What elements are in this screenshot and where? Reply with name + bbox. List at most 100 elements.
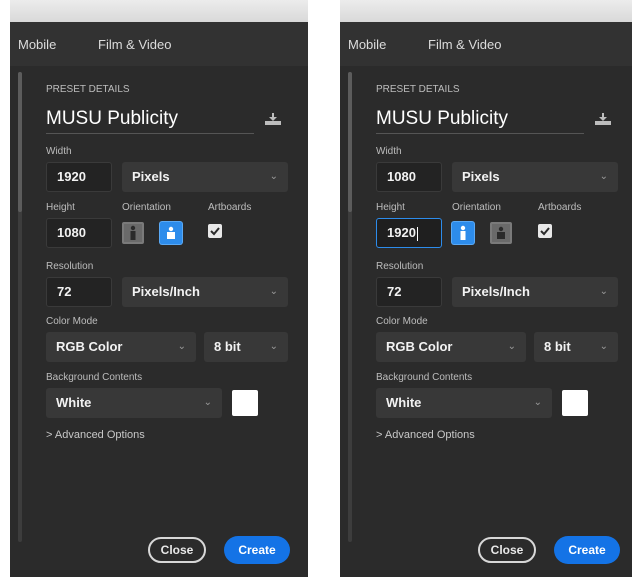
artboards-checkbox[interactable]	[538, 224, 552, 238]
landscape-icon	[497, 226, 505, 239]
bit-depth-value: 8 bit	[544, 339, 571, 354]
artboards-label: Artboards	[538, 202, 582, 213]
create-button[interactable]: Create	[554, 536, 620, 564]
preset-name-underline	[46, 133, 254, 134]
preset-tabs: Mobile Film & Video	[340, 22, 632, 66]
tab-mobile[interactable]: Mobile	[348, 37, 386, 52]
new-document-panel-left: Mobile Film & Video PRESET DETAILS MUSU …	[10, 0, 308, 577]
width-label: Width	[376, 146, 402, 157]
orientation-label: Orientation	[452, 202, 501, 213]
resolution-label: Resolution	[376, 261, 424, 272]
chevron-down-icon: ⌄	[177, 341, 186, 352]
checkmark-icon	[540, 227, 550, 236]
chevron-down-icon: ⌄	[203, 397, 212, 408]
scrollbar[interactable]	[348, 72, 352, 542]
preset-tabs: Mobile Film & Video	[10, 22, 308, 66]
advanced-options-toggle[interactable]: > Advanced Options	[46, 429, 145, 441]
resolution-unit-select[interactable]: Pixels/Inch ⌄	[452, 277, 618, 307]
background-color-swatch[interactable]	[232, 390, 258, 416]
background-contents-select[interactable]: White ⌄	[46, 388, 222, 418]
color-mode-value: RGB Color	[386, 339, 453, 354]
chevron-down-icon: ⌄	[599, 286, 608, 297]
chevron-down-icon: ⌄	[269, 286, 278, 297]
width-unit-select[interactable]: Pixels ⌄	[452, 162, 618, 192]
scroll-thumb[interactable]	[18, 72, 22, 212]
resolution-value: 72	[387, 284, 402, 299]
preset-name-underline	[376, 133, 584, 134]
width-unit-select[interactable]: Pixels ⌄	[122, 162, 288, 192]
color-mode-value: RGB Color	[56, 339, 123, 354]
tab-film-video[interactable]: Film & Video	[428, 37, 501, 52]
width-label: Width	[46, 146, 72, 157]
preset-details: PRESET DETAILS MUSU Publicity Width 1080…	[356, 66, 632, 577]
portrait-icon	[460, 225, 466, 240]
resolution-unit-value: Pixels/Inch	[132, 284, 200, 299]
resolution-value: 72	[57, 284, 72, 299]
scrollbar[interactable]	[18, 72, 22, 542]
orientation-label: Orientation	[122, 202, 171, 213]
checkmark-icon	[210, 227, 220, 236]
background-color-swatch[interactable]	[562, 390, 588, 416]
portrait-orientation-button[interactable]	[122, 222, 144, 244]
chevron-down-icon: ⌄	[269, 341, 278, 352]
bit-depth-value: 8 bit	[214, 339, 241, 354]
width-unit-value: Pixels	[462, 169, 500, 184]
resolution-label: Resolution	[46, 261, 94, 272]
window-top-strip	[340, 0, 632, 22]
height-label: Height	[376, 202, 405, 213]
color-mode-label: Color Mode	[46, 316, 98, 327]
bit-depth-select[interactable]: 8 bit ⌄	[534, 332, 618, 362]
landscape-orientation-button[interactable]	[160, 222, 182, 244]
artboards-label: Artboards	[208, 202, 252, 213]
close-button[interactable]: Close	[148, 537, 206, 563]
color-mode-label: Color Mode	[376, 316, 428, 327]
height-value: 1920	[387, 225, 416, 240]
height-input[interactable]: 1080	[46, 218, 112, 248]
color-mode-select[interactable]: RGB Color ⌄	[376, 332, 526, 362]
width-input[interactable]: 1920	[46, 162, 112, 192]
height-label: Height	[46, 202, 75, 213]
portrait-icon	[130, 225, 136, 240]
landscape-orientation-button[interactable]	[490, 222, 512, 244]
background-contents-value: White	[386, 395, 422, 410]
width-unit-value: Pixels	[132, 169, 170, 184]
landscape-icon	[167, 226, 175, 239]
resolution-input[interactable]: 72	[376, 277, 442, 307]
background-contents-select[interactable]: White ⌄	[376, 388, 552, 418]
section-title: PRESET DETAILS	[46, 84, 130, 95]
preset-name-input[interactable]: MUSU Publicity	[376, 108, 508, 130]
text-caret	[416, 226, 418, 241]
chevron-down-icon: ⌄	[269, 171, 278, 182]
create-button[interactable]: Create	[224, 536, 290, 564]
background-contents-value: White	[56, 395, 92, 410]
chevron-down-icon: ⌄	[507, 341, 516, 352]
width-value: 1920	[57, 169, 86, 184]
width-input[interactable]: 1080	[376, 162, 442, 192]
height-value: 1080	[57, 225, 86, 240]
resolution-unit-select[interactable]: Pixels/Inch ⌄	[122, 277, 288, 307]
advanced-options-toggle[interactable]: > Advanced Options	[376, 429, 475, 441]
width-value: 1080	[387, 169, 416, 184]
download-icon[interactable]	[264, 112, 282, 126]
background-contents-label: Background Contents	[376, 372, 473, 383]
tab-mobile[interactable]: Mobile	[18, 37, 56, 52]
preset-details: PRESET DETAILS MUSU Publicity Width 1920…	[26, 66, 308, 577]
tab-film-video[interactable]: Film & Video	[98, 37, 171, 52]
portrait-orientation-button[interactable]	[452, 222, 474, 244]
chevron-down-icon: ⌄	[599, 341, 608, 352]
color-mode-select[interactable]: RGB Color ⌄	[46, 332, 196, 362]
preset-name-input[interactable]: MUSU Publicity	[46, 108, 178, 130]
height-input[interactable]: 1920	[376, 218, 442, 248]
artboards-checkbox[interactable]	[208, 224, 222, 238]
window-top-strip	[10, 0, 308, 22]
chevron-down-icon: ⌄	[599, 171, 608, 182]
resolution-input[interactable]: 72	[46, 277, 112, 307]
download-icon[interactable]	[594, 112, 612, 126]
chevron-down-icon: ⌄	[533, 397, 542, 408]
new-document-panel-right: Mobile Film & Video PRESET DETAILS MUSU …	[340, 0, 632, 577]
close-button[interactable]: Close	[478, 537, 536, 563]
resolution-unit-value: Pixels/Inch	[462, 284, 530, 299]
scroll-thumb[interactable]	[348, 72, 352, 212]
background-contents-label: Background Contents	[46, 372, 143, 383]
bit-depth-select[interactable]: 8 bit ⌄	[204, 332, 288, 362]
